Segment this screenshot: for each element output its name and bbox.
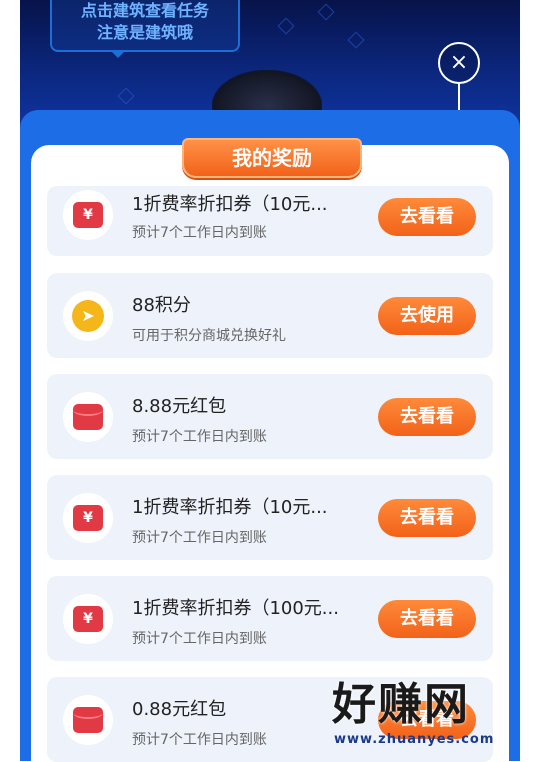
coupon-icon: ¥ — [73, 202, 103, 228]
reward-title: 8.88元红包 — [132, 396, 227, 417]
close-button[interactable]: × — [438, 42, 480, 84]
reward-subtitle: 预计7个工作日内到账 — [132, 530, 267, 546]
rewards-panel-title: 我的奖励 — [182, 138, 362, 178]
reward-action-button[interactable]: 去看看 — [378, 198, 476, 236]
hint-tooltip-tail — [110, 50, 126, 58]
reward-icon-wrapper: ¥ — [63, 190, 113, 240]
hint-tooltip: 点击建筑查看任务 注意是建筑哦 — [50, 0, 240, 52]
watermark-text: 好赚网 — [332, 679, 470, 730]
reward-icon-wrapper: ➤ — [63, 291, 113, 341]
reward-action-button[interactable]: 去看看 — [378, 499, 476, 537]
reward-action-button[interactable]: 去使用 — [378, 297, 476, 335]
close-button-stem — [458, 82, 460, 110]
coupon-icon: ¥ — [73, 606, 103, 632]
reward-card: ➤ 88积分可用于积分商城兑换好礼 去使用 — [47, 273, 493, 358]
reward-title: 1折费率折扣券（10元... — [132, 497, 328, 518]
hint-line-2: 注意是建筑哦 — [96, 23, 193, 42]
reward-icon-wrapper: ¥ — [63, 493, 113, 543]
red-envelope-icon — [73, 707, 103, 733]
reward-subtitle: 预计7个工作日内到账 — [132, 225, 267, 241]
reward-title: 0.88元红包 — [132, 699, 227, 720]
reward-card: ¥1折费率折扣券（10元... 预计7个工作日内到账 去看看 — [47, 186, 493, 256]
reward-subtitle: 预计7个工作日内到账 — [132, 429, 267, 445]
reward-card: 8.88元红包预计7个工作日内到账 去看看 — [47, 374, 493, 459]
reward-subtitle: 预计7个工作日内到账 — [132, 631, 267, 647]
reward-subtitle: 可用于积分商城兑换好礼 — [132, 328, 286, 344]
reward-action-button[interactable]: 去看看 — [378, 398, 476, 436]
reward-card: ¥1折费率折扣券（100元... 预计7个工作日内到账 去看看 — [47, 576, 493, 661]
reward-icon-wrapper — [63, 392, 113, 442]
reward-card: ¥1折费率折扣券（10元... 预计7个工作日内到账 去看看 — [47, 475, 493, 560]
watermark-url: www.zhuanyes.com — [334, 732, 495, 747]
close-icon: × — [449, 50, 469, 75]
reward-title: 1折费率折扣券（100元... — [132, 598, 339, 619]
reward-icon-wrapper: ¥ — [63, 594, 113, 644]
red-envelope-icon — [73, 404, 103, 430]
points-coin-icon: ➤ — [72, 300, 104, 332]
reward-subtitle: 预计7个工作日内到账 — [132, 732, 267, 748]
coupon-icon: ¥ — [73, 505, 103, 531]
reward-title: 1折费率折扣券（10元... — [132, 194, 328, 215]
hint-line-1: 点击建筑查看任务 — [80, 1, 209, 20]
reward-title: 88积分 — [132, 295, 191, 316]
watermark: 好赚网 www.zhuanyes.com — [332, 680, 520, 750]
reward-action-button[interactable]: 去看看 — [378, 600, 476, 638]
reward-icon-wrapper — [63, 695, 113, 745]
